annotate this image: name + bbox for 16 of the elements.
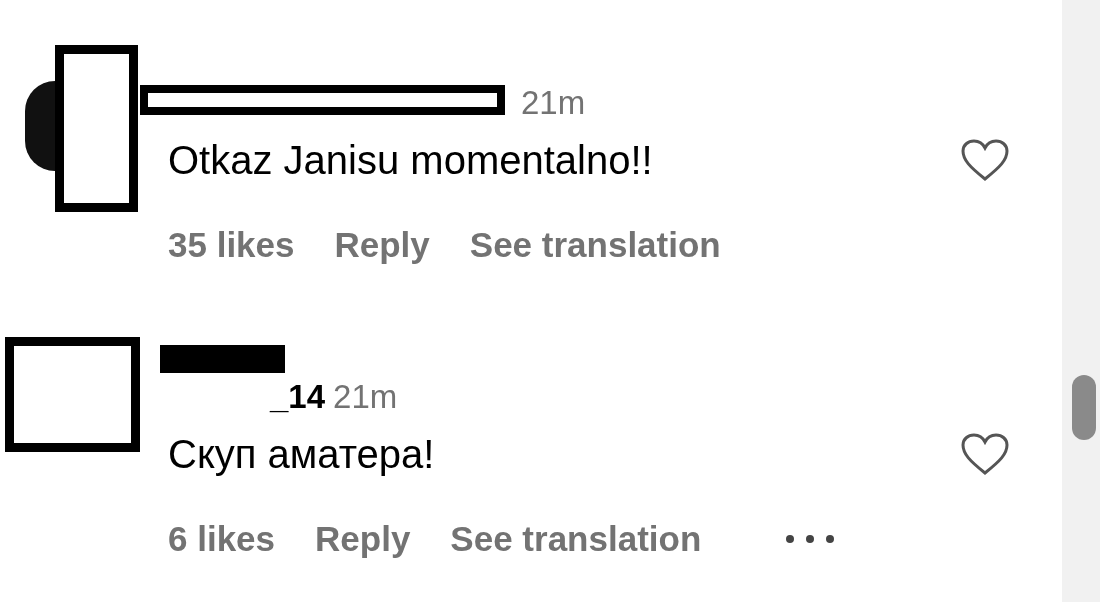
- comment-time: 21m: [333, 378, 398, 416]
- translation-link[interactable]: See translation: [469, 225, 721, 265]
- comment-text: Otkaz Janisu momentalno!!: [168, 137, 653, 183]
- comment-time: 21m: [521, 84, 586, 122]
- more-options-icon[interactable]: [785, 534, 836, 544]
- heart-icon[interactable]: [960, 138, 1010, 182]
- username[interactable]: _14: [270, 378, 326, 416]
- comment-text: Скуп аматера!: [168, 431, 435, 477]
- heart-icon[interactable]: [960, 432, 1010, 476]
- reply-link[interactable]: Reply: [334, 225, 430, 265]
- reply-link[interactable]: Reply: [315, 519, 411, 559]
- translation-link[interactable]: See translation: [450, 519, 702, 559]
- scrollbar-thumb[interactable]: [1072, 375, 1096, 440]
- avatar[interactable]: [25, 81, 55, 171]
- likes-count[interactable]: 6 likes: [168, 519, 276, 559]
- likes-count[interactable]: 35 likes: [168, 225, 295, 265]
